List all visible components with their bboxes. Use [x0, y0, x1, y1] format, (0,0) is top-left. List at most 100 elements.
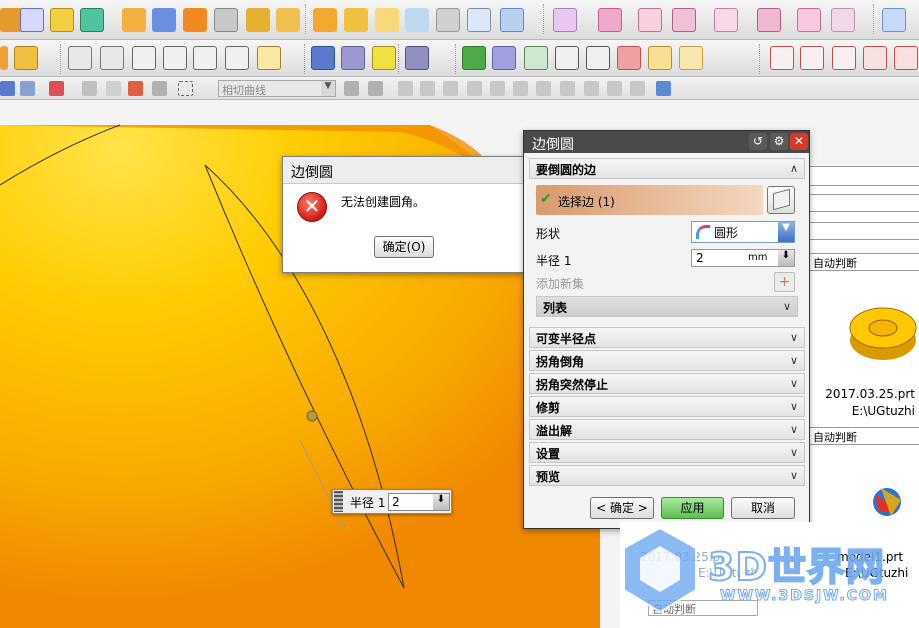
boolean-icon[interactable]: [276, 8, 300, 32]
rectangle-select-icon[interactable]: [178, 81, 193, 96]
g0-continuity-icon[interactable]: [132, 46, 156, 70]
down-arrow-icon[interactable]: ⬇: [433, 494, 449, 510]
spring-icon[interactable]: [341, 46, 365, 70]
offset-region-icon[interactable]: [598, 8, 622, 32]
resize-blend-icon[interactable]: [672, 8, 696, 32]
point-on-curve-icon[interactable]: [584, 81, 599, 96]
inference-row-1[interactable]: 自动判断: [809, 253, 919, 271]
intersection-point-icon[interactable]: [490, 81, 505, 96]
surface-icon[interactable]: [882, 8, 906, 32]
3d-view-icon[interactable]: [656, 81, 671, 96]
extrude-icon[interactable]: [20, 8, 44, 32]
section-stop-short-of-corner[interactable]: 拐角突然停止 ∨: [529, 373, 805, 394]
material-icon[interactable]: [679, 46, 703, 70]
spline-icon[interactable]: [863, 46, 887, 70]
pull-face-icon[interactable]: [797, 8, 821, 32]
gear-icon[interactable]: ⚙: [770, 133, 788, 150]
section-corner-setback[interactable]: 拐角倒角 ∨: [529, 350, 805, 371]
section-edges-to-blend[interactable]: 要倒圆的边 ∧: [529, 158, 805, 179]
datum-plane-icon[interactable]: [50, 8, 74, 32]
face-blend-icon[interactable]: [375, 8, 399, 32]
recent-file-1-name[interactable]: 2017.03.25.prt: [825, 387, 915, 401]
undo-select-icon[interactable]: [82, 81, 97, 96]
g3-continuity-icon[interactable]: [225, 46, 249, 70]
bounded-grid-icon[interactable]: [630, 81, 645, 96]
g1-continuity-icon[interactable]: [163, 46, 187, 70]
follow-fillet-icon[interactable]: [368, 81, 383, 96]
select-edge-row[interactable]: ✔ 选择边 (1): [536, 185, 763, 215]
grid-icon[interactable]: [586, 46, 610, 70]
panel-row[interactable]: [809, 194, 919, 212]
drag-handle[interactable]: [334, 491, 343, 512]
linked-face-icon[interactable]: [831, 8, 855, 32]
stop-at-intersection-icon[interactable]: [344, 81, 359, 96]
inference-row-2[interactable]: 自动判断: [809, 427, 919, 445]
chevron-down-icon[interactable]: ▼: [778, 222, 794, 242]
section-settings[interactable]: 设置 ∨: [529, 442, 805, 463]
block-icon[interactable]: [122, 8, 146, 32]
point-on-face-icon[interactable]: [607, 81, 622, 96]
chevron-down-icon[interactable]: ∨: [785, 467, 803, 484]
replace-face-icon[interactable]: [638, 8, 662, 32]
curvature-icon[interactable]: [100, 46, 124, 70]
select-edge-button[interactable]: [767, 186, 795, 214]
control-point-icon[interactable]: [467, 81, 482, 96]
g2-continuity-icon[interactable]: [193, 46, 217, 70]
section-preview[interactable]: 预览 ∨: [529, 465, 805, 486]
radius-handle-point[interactable]: [306, 410, 318, 422]
feature-filter-icon[interactable]: [152, 81, 167, 96]
apply-button[interactable]: 应用: [661, 497, 724, 519]
shape-select[interactable]: 圆形 ▼: [691, 221, 795, 243]
delete-face-icon[interactable]: [714, 8, 738, 32]
panel-row[interactable]: [809, 166, 919, 186]
edge-blend-icon[interactable]: [313, 8, 337, 32]
existing-point-icon[interactable]: [560, 81, 575, 96]
section-overflow[interactable]: 溢出解 ∨: [529, 419, 805, 440]
snap-icon[interactable]: [49, 81, 64, 96]
polygon-icon[interactable]: [894, 46, 918, 70]
rib-icon[interactable]: [246, 8, 270, 32]
reset-icon[interactable]: ↺: [749, 133, 767, 150]
chevron-down-icon[interactable]: ∨: [785, 352, 803, 369]
panel-row[interactable]: [809, 222, 919, 240]
chevron-down-icon[interactable]: ∨: [785, 398, 803, 415]
tangent-filter-icon[interactable]: [128, 81, 143, 96]
error-ok-button[interactable]: 确定(O): [374, 236, 434, 258]
color-table-icon[interactable]: [648, 46, 672, 70]
assembly-icon[interactable]: [405, 46, 429, 70]
chevron-up-icon[interactable]: ∧: [785, 160, 803, 177]
snap-point-icon[interactable]: [398, 81, 413, 96]
section-variable-radius[interactable]: 可变半径点 ∨: [529, 327, 805, 348]
ok-button[interactable]: < 确定 >: [590, 497, 654, 519]
synch-modeling-icon[interactable]: [757, 8, 781, 32]
move-face-icon[interactable]: [553, 8, 577, 32]
quadrant-point-icon[interactable]: [536, 81, 551, 96]
close-icon[interactable]: ✕: [790, 133, 808, 150]
section-trim[interactable]: 修剪 ∨: [529, 396, 805, 417]
cylinder-icon[interactable]: [311, 46, 335, 70]
chamfer-icon[interactable]: [344, 8, 368, 32]
chevron-down-icon[interactable]: ∨: [785, 421, 803, 438]
measure-icon[interactable]: [257, 46, 281, 70]
add-new-set-button[interactable]: +: [774, 272, 795, 292]
filter-icon[interactable]: [0, 81, 15, 96]
annotation-icon[interactable]: [14, 46, 38, 70]
sweep-icon[interactable]: [152, 8, 176, 32]
line-icon[interactable]: [770, 46, 794, 70]
quick-radius-field[interactable]: 2 ⬇: [388, 493, 450, 511]
point-set-icon[interactable]: [832, 46, 856, 70]
body-filter-icon[interactable]: [106, 81, 121, 96]
point-icon[interactable]: [80, 8, 104, 32]
curve-rule-combo[interactable]: 相切曲线 ▼: [218, 80, 336, 97]
chevron-down-icon[interactable]: ∨: [785, 444, 803, 461]
check-icon[interactable]: [462, 46, 486, 70]
chevron-down-icon[interactable]: ▼: [321, 81, 335, 96]
shell-icon[interactable]: [436, 8, 460, 32]
cancel-button[interactable]: 取消: [731, 497, 795, 519]
midpoint-icon[interactable]: [443, 81, 458, 96]
table-icon[interactable]: [492, 46, 516, 70]
triangle-icon[interactable]: [555, 46, 579, 70]
part-preview-thumbnail[interactable]: [847, 294, 919, 366]
edge-blend-title[interactable]: 边倒圆 ↺ ⚙ ✕: [524, 131, 809, 153]
part-nav-icon[interactable]: [0, 46, 8, 70]
